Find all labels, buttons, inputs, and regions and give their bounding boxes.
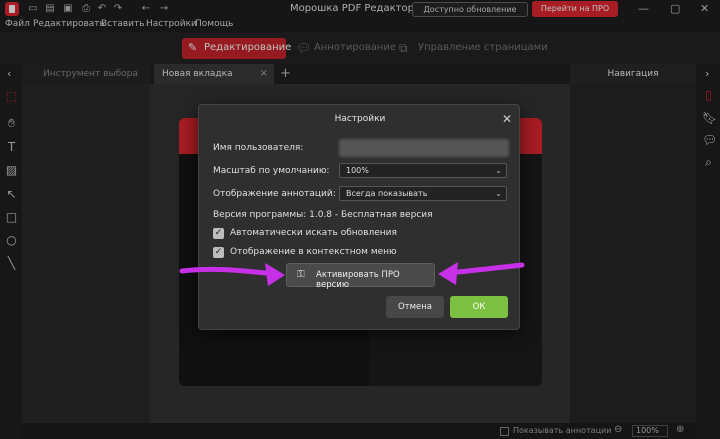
arrow-right-head bbox=[438, 262, 458, 285]
app-window: ▭ ▤ ▣ ⎙ ↶ ↷ ← → Морошка PDF Редактор 1.0… bbox=[0, 0, 720, 439]
annotation-arrows bbox=[179, 262, 525, 286]
arrow-left-annotation bbox=[179, 266, 278, 277]
arrow-left-head bbox=[265, 263, 285, 286]
arrow-right-annotation bbox=[445, 262, 525, 276]
